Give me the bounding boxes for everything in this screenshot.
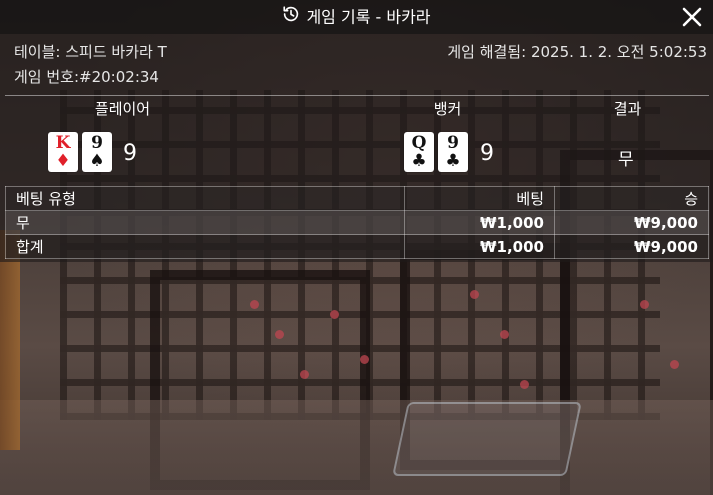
bet-amount-cell: ₩1,000	[404, 210, 555, 235]
result-heading: 결과	[613, 100, 642, 118]
banker-card-1: Q ♣	[404, 132, 434, 172]
table-label: 테이블:	[14, 43, 61, 61]
card-rank: 9	[447, 133, 459, 153]
banker-heading: 뱅커	[433, 100, 462, 118]
panel-title: 게임 기록 - 바카라	[0, 0, 713, 34]
column-bet: 베팅	[404, 186, 555, 211]
result-value: 무	[618, 150, 634, 170]
column-bet-type: 베팅 유형	[5, 186, 405, 211]
player-heading: 플레이어	[94, 100, 151, 118]
club-suit-icon: ♣	[411, 151, 427, 171]
table-row: 무 ₩1,000 ₩9,000	[5, 210, 709, 235]
table-info: 테이블: 스피드 바카라 T	[14, 41, 167, 62]
table-value: 스피드 바카라 T	[65, 43, 167, 61]
game-number-label: 게임 번호:	[14, 68, 80, 86]
divider	[5, 95, 709, 96]
panel-title-text: 게임 기록 - 바카라	[306, 7, 431, 27]
bet-type-cell: 무	[5, 210, 405, 235]
spade-suit-icon: ♠	[89, 151, 105, 171]
banker-score: 9	[480, 141, 494, 166]
column-win: 승	[554, 186, 709, 211]
resolved-value: 2025. 1. 2. 오전 5:02:53	[530, 43, 707, 61]
game-number-value: #20:02:34	[79, 68, 159, 86]
bets-table-header: 베팅 유형 베팅 승	[5, 186, 709, 211]
win-amount-cell: ₩9,000	[554, 210, 709, 235]
resolved-label: 게임 해결됨:	[447, 43, 527, 61]
card-rank: 9	[91, 133, 103, 153]
total-win-cell: ₩9,000	[554, 234, 709, 259]
player-card-1: K ♦	[48, 132, 78, 172]
total-bet-cell: ₩1,000	[404, 234, 555, 259]
game-history-panel: 게임 기록 - 바카라 테이블: 스피드 바카라 T 게임 번호:#20:02:…	[0, 0, 713, 495]
total-row: 합계 ₩1,000 ₩9,000	[5, 234, 709, 259]
banker-card-2: 9 ♣	[438, 132, 468, 172]
club-suit-icon: ♣	[445, 151, 461, 171]
player-card-2: 9 ♠	[82, 132, 112, 172]
bets-table: 베팅 유형 베팅 승 무 ₩1,000 ₩9,000 합계 ₩1,000 ₩9,…	[5, 186, 709, 259]
resolved-info: 게임 해결됨: 2025. 1. 2. 오전 5:02:53	[447, 41, 707, 62]
player-score: 9	[123, 141, 137, 166]
total-label-cell: 합계	[5, 234, 405, 259]
game-number-info: 게임 번호:#20:02:34	[14, 66, 159, 87]
card-rank: Q	[411, 133, 427, 153]
close-button[interactable]	[679, 4, 705, 30]
panel-header: 게임 기록 - 바카라	[0, 0, 713, 34]
history-clock-icon	[282, 1, 300, 35]
card-rank: K	[55, 133, 71, 153]
close-icon	[682, 7, 702, 27]
diamond-suit-icon: ♦	[55, 151, 71, 171]
